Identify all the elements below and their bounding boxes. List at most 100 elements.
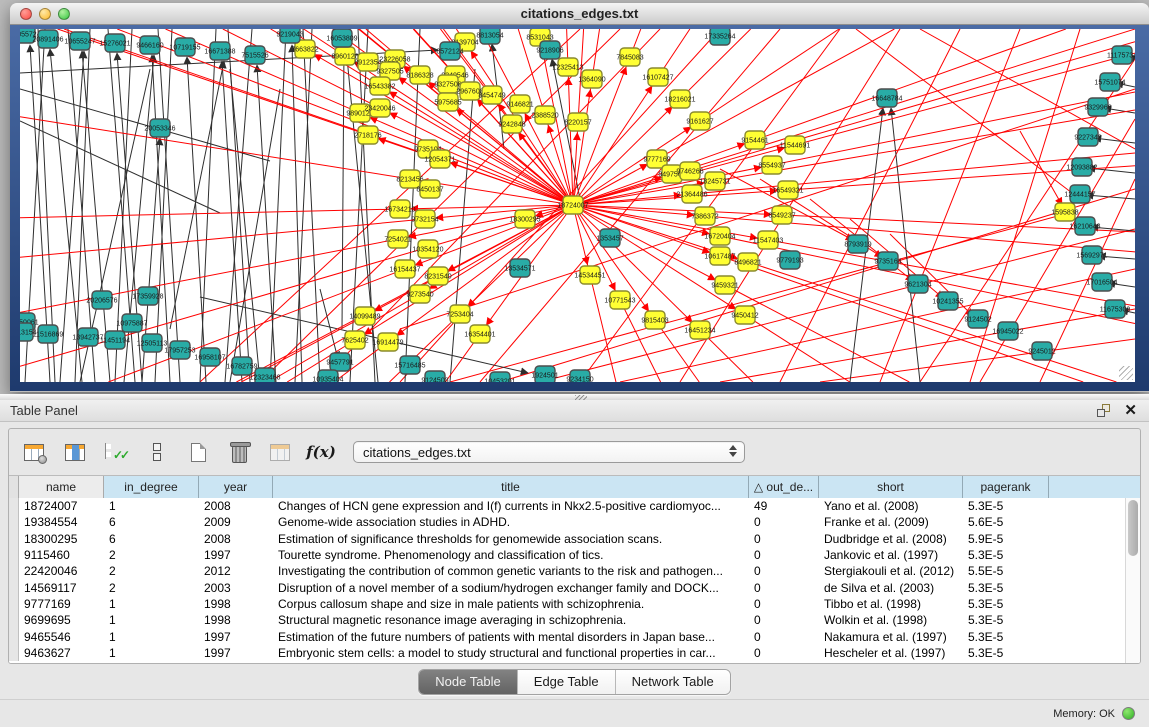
table-row[interactable]: 1456911722003Disruption of a novel membe… — [9, 579, 1125, 595]
table-row[interactable]: 1872400712008Changes of HCN gene express… — [9, 498, 1125, 514]
table-row[interactable]: 1830029562008Estimation of significance … — [9, 531, 1125, 547]
graph-node-label: 9459321 — [711, 283, 738, 290]
column-header-pagerank[interactable]: pagerank — [963, 476, 1049, 498]
column-header-in_degree[interactable]: in_degree — [104, 476, 199, 498]
table-cell: Franke et al. (2009) — [819, 514, 963, 530]
graph-edge — [20, 121, 220, 213]
table-row[interactable]: 946554611997Estimation of the future num… — [9, 628, 1125, 644]
memory-status-icon[interactable] — [1122, 707, 1135, 720]
graph-node-label: 2718176 — [354, 133, 381, 140]
graph-edge — [612, 284, 615, 290]
graph-node-label: 17359928 — [132, 294, 163, 301]
table-row[interactable]: 911546021997Tourette syndrome. Phenomeno… — [9, 547, 1125, 563]
table-row[interactable]: 977716911998Corpus callosum shape and si… — [9, 596, 1125, 612]
table-cell: 5.3E-5 — [963, 579, 1049, 595]
graph-node-label: 17016504 — [1086, 280, 1117, 287]
graph-node-label: 20053346 — [144, 126, 175, 133]
graph-node-label: 1353457 — [596, 236, 623, 243]
citation-network-graph[interactable]: 1872400718300295766382289601288912354232… — [20, 29, 1135, 382]
select-rows-button[interactable]: ✓✓ — [103, 439, 129, 465]
table-cell: 2009 — [199, 514, 273, 530]
column-header-short[interactable]: short — [819, 476, 963, 498]
table-toolbar: ✓✓ f(x) citations_edges.txt — [9, 429, 1140, 475]
row-header — [9, 596, 19, 612]
graph-node-label: 9234150 — [566, 377, 593, 383]
create-column-button[interactable] — [185, 439, 211, 465]
graph-node-label: 10241355 — [932, 299, 963, 306]
tab-edge-table[interactable]: Edge Table — [517, 670, 615, 694]
row-display-button[interactable] — [144, 439, 170, 465]
traffic-lights — [20, 8, 70, 20]
table-cell: 2 — [104, 563, 199, 579]
graph-node-label: 9245012 — [1028, 349, 1055, 356]
table-tab-bar: Node TableEdge TableNetwork Table — [0, 669, 1149, 695]
graph-node-label: 15692971 — [1076, 253, 1107, 260]
graph-node-label: 11451194 — [100, 338, 130, 345]
table-row[interactable]: 2242004622012Investigating the contribut… — [9, 563, 1125, 579]
graph-edge — [573, 205, 1135, 306]
table-row[interactable]: 1938455462009Genome-wide association stu… — [9, 514, 1125, 530]
table-cell: 1 — [104, 612, 199, 628]
graph-edge — [257, 65, 276, 382]
tab-network-table[interactable]: Network Table — [615, 670, 730, 694]
graph-node-label: 20891406 — [32, 37, 63, 44]
table-header-row: namein_degreeyeartitle△ out_de...shortpa… — [9, 476, 1140, 498]
column-header-out_de[interactable]: △ out_de... — [749, 476, 819, 498]
graph-edge — [295, 29, 312, 382]
resize-grip-icon[interactable] — [1119, 366, 1133, 380]
table-cell: 9465546 — [19, 628, 104, 644]
close-window-button[interactable] — [20, 8, 32, 20]
zoom-window-button[interactable] — [58, 8, 70, 20]
table-cell: Hescheler et al. (1997) — [819, 645, 963, 661]
graph-node-label: 17335264 — [704, 34, 735, 41]
network-canvas[interactable]: 1872400718300295766382289601288912354232… — [20, 29, 1135, 382]
function-builder-button[interactable]: f(x) — [308, 439, 334, 465]
window-titlebar[interactable]: citations_edges.txt — [10, 3, 1149, 25]
graph-node-label: 16543382 — [364, 84, 395, 91]
graph-node-label: 16451234 — [684, 328, 715, 335]
graph-node-label: 9242848 — [498, 122, 525, 129]
graph-node-label: 16154437 — [389, 267, 420, 274]
graph-edge — [64, 29, 573, 205]
table-cell: 5.3E-5 — [963, 645, 1049, 661]
table-cell: Jankovic et al. (1997) — [819, 547, 963, 563]
graph-node-label: 16945022 — [992, 329, 1023, 336]
table-cell: 5.5E-5 — [963, 563, 1049, 579]
graph-node-label: 16549321 — [772, 188, 803, 195]
graph-edge — [645, 305, 649, 311]
table-cell: 2003 — [199, 579, 273, 595]
table-cell: 5.9E-5 — [963, 531, 1049, 547]
scrollbar-thumb[interactable] — [1128, 500, 1138, 556]
graph-node-label: 7663822 — [291, 47, 318, 54]
column-header-title[interactable]: title — [273, 476, 749, 498]
show-columns-button[interactable] — [62, 439, 88, 465]
table-row[interactable]: 969969511998Structural magnetic resonanc… — [9, 612, 1125, 628]
table-cell: Estimation of the future numbers of pati… — [273, 628, 749, 644]
table-row[interactable]: 946362711997Embryonic stem cells: a mode… — [9, 645, 1125, 661]
column-header-year[interactable]: year — [199, 476, 273, 498]
graph-node-label: 9450412 — [731, 313, 758, 320]
table-body: 1872400712008Changes of HCN gene express… — [9, 498, 1125, 664]
table-cell: 2008 — [199, 498, 273, 514]
table-scrollbar[interactable] — [1125, 498, 1140, 664]
graph-node-label: 14534451 — [574, 273, 605, 280]
float-panel-icon[interactable] — [1097, 404, 1110, 417]
graph-node-label: 16734210 — [384, 207, 415, 214]
graph-node-label: 12325413 — [552, 65, 583, 72]
delete-column-button[interactable] — [226, 439, 252, 465]
table-select[interactable]: citations_edges.txt — [353, 441, 745, 463]
column-header-name[interactable]: name — [19, 476, 104, 498]
graph-edge — [720, 169, 853, 240]
minimize-window-button[interactable] — [39, 8, 51, 20]
tab-node-table[interactable]: Node Table — [419, 670, 517, 694]
table-cell: Embryonic stem cells: a model to study s… — [273, 645, 749, 661]
graph-edge — [370, 117, 376, 120]
table-cell: 5.3E-5 — [963, 498, 1049, 514]
table-mode-button[interactable] — [21, 439, 47, 465]
checklist-icon: ✓✓ — [105, 443, 127, 462]
table-cell: 0 — [749, 514, 819, 530]
close-panel-icon[interactable]: ✕ — [1124, 404, 1137, 417]
graph-node-label: 11675309 — [1100, 307, 1131, 314]
row-header — [9, 531, 19, 547]
graph-node-label: 8793919 — [844, 242, 871, 249]
